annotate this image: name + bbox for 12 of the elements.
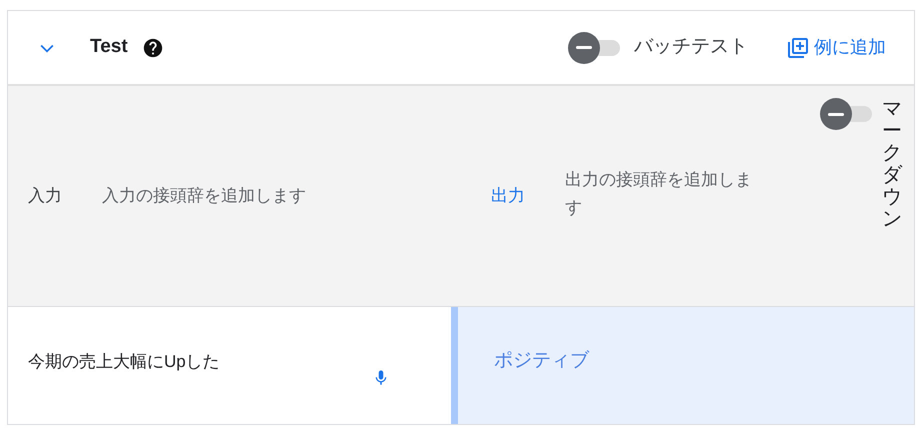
markdown-label: マークダウン [882,98,902,230]
input-label: 入力 [28,185,62,208]
section-title: Test [90,35,128,60]
example-output-text: ポジティブ [494,349,589,374]
add-example-button[interactable]: 例に追加 [786,34,886,61]
input-prefix-field[interactable]: 入力の接頭辞を追加します [102,183,451,209]
add-box-icon [786,36,810,60]
batch-test-label: バッチテスト [634,35,748,60]
example-input-text: 今期の売上大幅にUpした [28,351,220,373]
output-label: 出力 [491,185,525,208]
help-icon[interactable] [142,36,164,58]
output-prefix-field[interactable]: 出力の接頭辞を追加します [565,166,765,226]
